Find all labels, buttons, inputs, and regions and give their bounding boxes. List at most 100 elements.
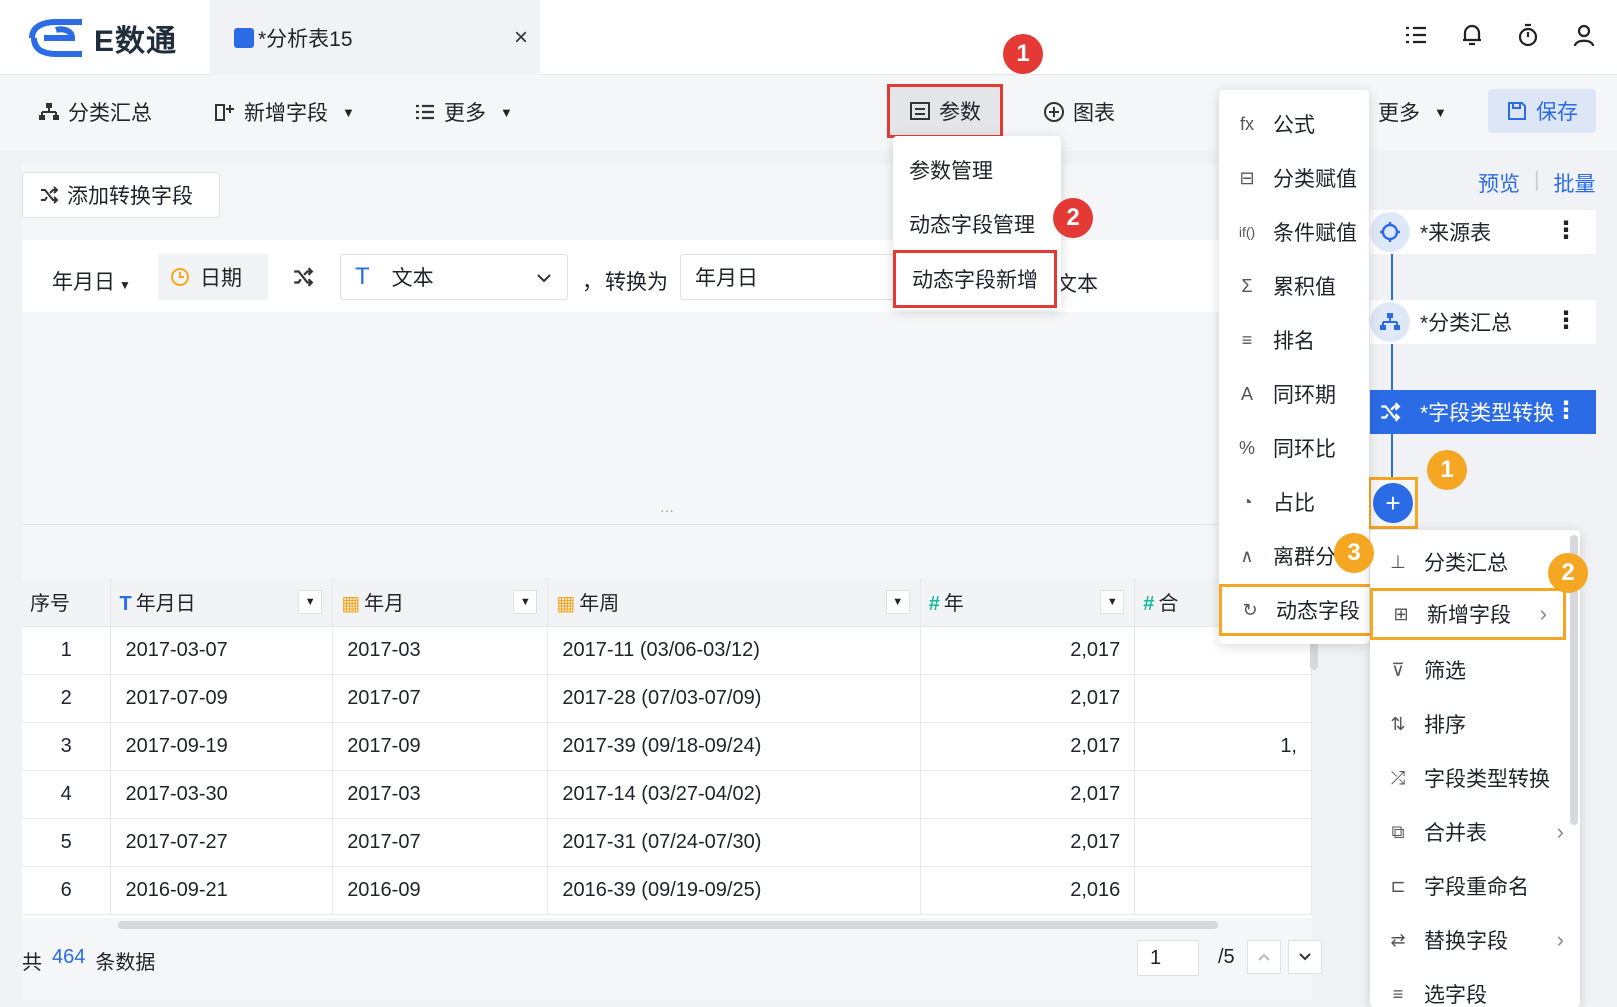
menu-item-label: 合并表 (1424, 822, 1487, 845)
flow-node-label: *来源表 (1420, 222, 1492, 245)
menu-item-label: 动态字段新增 (912, 269, 1038, 292)
shuffle-icon (41, 186, 59, 204)
menu-item-add-field[interactable]: ⊞ 新增字段 › (1370, 588, 1566, 640)
app-logo[interactable]: E数通 (26, 18, 186, 58)
menu-item-merge-table[interactable]: ⧉ 合并表 › (1370, 808, 1580, 856)
column-header-label: 年月日 (135, 593, 196, 616)
task-list-icon[interactable] (1403, 22, 1429, 48)
table-cell: 2,016 (920, 866, 1136, 915)
page-input[interactable]: 1 (1137, 940, 1199, 976)
column-header[interactable]: ▦ 年月 ▼ (332, 578, 549, 627)
timer-icon[interactable] (1515, 22, 1541, 48)
panel-splitter[interactable] (22, 524, 1312, 525)
table-cell: 2 (22, 674, 112, 723)
more-vertical-icon[interactable]: ⋮ (1554, 216, 1578, 245)
menu-item-type-convert[interactable]: ⤮ 字段类型转换 (1370, 754, 1580, 802)
menu-item-period[interactable]: A 同环期 (1219, 370, 1369, 418)
horizontal-scrollbar[interactable] (118, 921, 1218, 929)
table-cell: 2016-39 (09/19-09/25) (547, 866, 921, 915)
more-vertical-icon[interactable]: ⋮ (1554, 396, 1578, 425)
menu-item-dynamic-field-manage[interactable]: 动态字段管理 (893, 200, 1061, 248)
add-field-label: 新增字段 (244, 102, 328, 125)
table-cell (1134, 866, 1312, 915)
add-field-button[interactable]: 新增字段 ▼ (214, 96, 355, 128)
menu-item-param-manage[interactable]: 参数管理 (893, 146, 1061, 194)
column-header: 序号 (22, 578, 112, 627)
sort-icon: ⇅ (1390, 713, 1406, 734)
chart-button[interactable]: 图表 (1043, 96, 1115, 128)
flow-node-type-convert[interactable]: *字段类型转换 ⋮ (1370, 390, 1596, 434)
column-dropdown-icon[interactable]: ▼ (298, 590, 323, 614)
step-badge: 2 (1053, 198, 1093, 238)
menu-item-proportion[interactable]: ◔ 占比 (1219, 478, 1369, 526)
column-header-label: 年周 (579, 593, 620, 616)
step-badge: 2 (1548, 553, 1588, 593)
menu-item-rename-field[interactable]: ⊏ 字段重命名 (1370, 862, 1580, 910)
menu-item-label: 分类赋值 (1273, 168, 1357, 191)
bell-icon[interactable] (1459, 22, 1485, 48)
add-step-button[interactable]: + (1368, 477, 1418, 529)
menu-item-cumulative[interactable]: Σ 累积值 (1219, 262, 1369, 310)
column-header-label: 序号 (30, 593, 70, 616)
flow-connector (1391, 252, 1393, 478)
menu-item-period-ratio[interactable]: % 同环比 (1219, 424, 1369, 472)
tab-title: *分析表15 (258, 27, 353, 51)
caret-down-icon: ▼ (342, 104, 355, 120)
menu-item-label: 排名 (1273, 330, 1315, 353)
menu-item-formula[interactable]: fx 公式 (1219, 100, 1369, 148)
menu-item-replace-field[interactable]: ⇄ 替换字段 › (1370, 916, 1580, 964)
menu-item-conditional-assign[interactable]: if() 条件赋值 (1219, 208, 1369, 256)
add-transform-field-button[interactable]: 添加转换字段 (22, 172, 220, 218)
column-dropdown-icon[interactable]: ▼ (885, 590, 910, 614)
shuffle-icon (292, 266, 314, 288)
vertical-scrollbar[interactable] (1310, 640, 1318, 670)
column-dropdown-icon[interactable]: ▼ (1100, 590, 1125, 614)
column-dropdown-icon[interactable]: ▼ (513, 590, 538, 614)
number-type-icon: # (928, 593, 940, 616)
table-row: 5 2017-07-27 2017-07 2017-31 (07/24-07/30) 2… (22, 818, 1312, 867)
format-input[interactable]: 年月日 (680, 254, 900, 300)
source-field-label: 年月日 (52, 271, 115, 294)
more-right-button[interactable]: 更多 ▼ (1378, 96, 1447, 128)
close-icon[interactable]: × (514, 24, 528, 52)
preview-link[interactable]: 预览 (1478, 168, 1520, 198)
list-icon (416, 104, 434, 120)
merge-icon: ⧉ (1391, 821, 1405, 842)
flow-node-source[interactable]: *来源表 ⋮ (1370, 210, 1596, 254)
sigma-icon: Σ (1241, 275, 1253, 296)
save-button[interactable]: 保存 (1488, 89, 1596, 133)
flow-node-group-summary[interactable]: *分类汇总 ⋮ (1370, 300, 1596, 344)
menu-item-label: 同环期 (1273, 384, 1336, 407)
user-icon[interactable] (1571, 22, 1597, 48)
prev-page-button[interactable] (1247, 940, 1281, 974)
params-label: 参数 (939, 101, 981, 124)
menu-item-sort[interactable]: ⇅ 排序 (1370, 700, 1580, 748)
menu-item-select-field[interactable]: ≡ 选字段 (1370, 970, 1580, 1007)
column-header[interactable]: T 年月日 ▼ (110, 578, 334, 627)
format-value: 年月日 (695, 267, 758, 290)
more-left-button[interactable]: 更多 ▼ (414, 96, 513, 128)
source-field-select[interactable]: 年月日 ▼ (52, 266, 131, 296)
chevron-down-icon (1299, 953, 1311, 961)
params-button[interactable]: 参数 (887, 84, 1003, 138)
menu-item-category-assign[interactable]: ⊟ 分类赋值 (1219, 154, 1369, 202)
column-header[interactable]: ▦ 年周 ▼ (547, 578, 921, 627)
target-type-select[interactable]: T 文本 (340, 254, 568, 300)
table-cell: 2016-09-21 (110, 866, 334, 915)
column-header[interactable]: # 年 ▼ (920, 578, 1136, 627)
more-vertical-icon[interactable]: ⋮ (1554, 306, 1578, 335)
tab-analysis-table[interactable]: *分析表15 × (210, 0, 540, 75)
flow-node-label: *分类汇总 (1420, 312, 1513, 335)
next-page-button[interactable] (1288, 940, 1322, 974)
group-summary-button[interactable]: 分类汇总 (38, 96, 152, 128)
table-cell: 2,017 (920, 626, 1136, 675)
menu-item-dynamic-field[interactable]: ↻ 动态字段 (1219, 584, 1373, 636)
menu-item-rank[interactable]: ≡ 排名 (1219, 316, 1369, 364)
menu-item-label: 替换字段 (1424, 930, 1508, 953)
chart-line-icon (234, 27, 254, 48)
menu-item-dynamic-field-add[interactable]: 动态字段新增 (893, 250, 1057, 308)
menu-item-filter[interactable]: ⊽ 筛选 (1370, 646, 1580, 694)
splitter-handle[interactable]: ··· (660, 502, 674, 518)
batch-link[interactable]: 批量 (1553, 168, 1595, 198)
select-field-icon: ≡ (1392, 983, 1404, 1004)
